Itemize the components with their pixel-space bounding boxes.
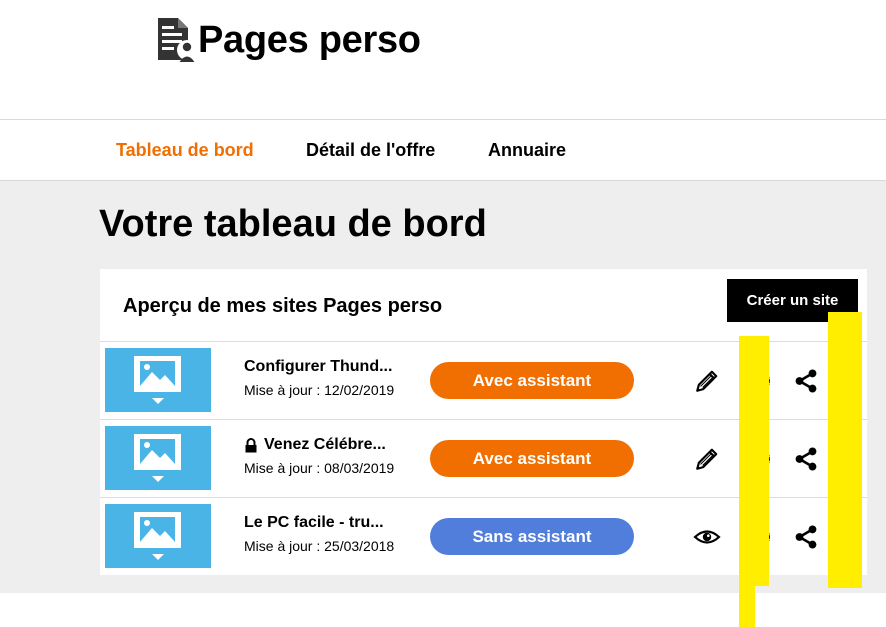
site-updated: Mise à jour : 12/02/2019 bbox=[244, 382, 395, 398]
site-title: Pages perso bbox=[198, 18, 421, 61]
site-updated: Mise à jour : 25/03/2018 bbox=[244, 538, 395, 554]
card-title: Aperçu de mes sites Pages perso bbox=[123, 295, 443, 317]
tab-tableau-de-bord[interactable]: Tableau de bord bbox=[116, 140, 254, 161]
pencil-icon[interactable] bbox=[694, 446, 720, 472]
share-icon[interactable] bbox=[793, 446, 819, 472]
mode-button[interactable]: Avec assistant bbox=[430, 440, 634, 477]
eye-icon[interactable] bbox=[693, 525, 721, 549]
highlight-mark bbox=[828, 312, 862, 588]
site-name[interactable]: Venez Célébre... bbox=[244, 436, 386, 454]
page-title: Votre tableau de bord bbox=[99, 203, 487, 245]
document-user-icon bbox=[158, 18, 196, 62]
highlight-mark bbox=[739, 580, 755, 627]
tab-detail-offre[interactable]: Détail de l'offre bbox=[306, 140, 435, 161]
site-name[interactable]: Configurer Thund... bbox=[244, 358, 392, 376]
site-thumbnail[interactable] bbox=[105, 426, 211, 490]
share-icon[interactable] bbox=[793, 524, 819, 550]
logo[interactable]: Pages perso bbox=[156, 16, 421, 64]
image-placeholder-icon bbox=[134, 512, 181, 560]
mode-button[interactable]: Sans assistant bbox=[430, 518, 634, 555]
highlight-mark bbox=[739, 336, 769, 586]
main-nav: Tableau de bord Détail de l'offre Annuai… bbox=[0, 119, 886, 181]
site-name[interactable]: Le PC facile - tru... bbox=[244, 514, 384, 532]
share-icon[interactable] bbox=[793, 368, 819, 394]
image-placeholder-icon bbox=[134, 434, 181, 482]
lock-icon bbox=[245, 437, 257, 452]
tab-annuaire[interactable]: Annuaire bbox=[488, 140, 566, 161]
pencil-icon[interactable] bbox=[694, 368, 720, 394]
header: Pages perso bbox=[0, 0, 886, 120]
card-header: Aperçu de mes sites Pages perso Créer un… bbox=[100, 269, 867, 342]
site-thumbnail[interactable] bbox=[105, 504, 211, 568]
site-updated: Mise à jour : 08/03/2019 bbox=[244, 460, 395, 476]
image-placeholder-icon bbox=[134, 356, 181, 404]
mode-button[interactable]: Avec assistant bbox=[430, 362, 634, 399]
site-thumbnail[interactable] bbox=[105, 348, 211, 412]
